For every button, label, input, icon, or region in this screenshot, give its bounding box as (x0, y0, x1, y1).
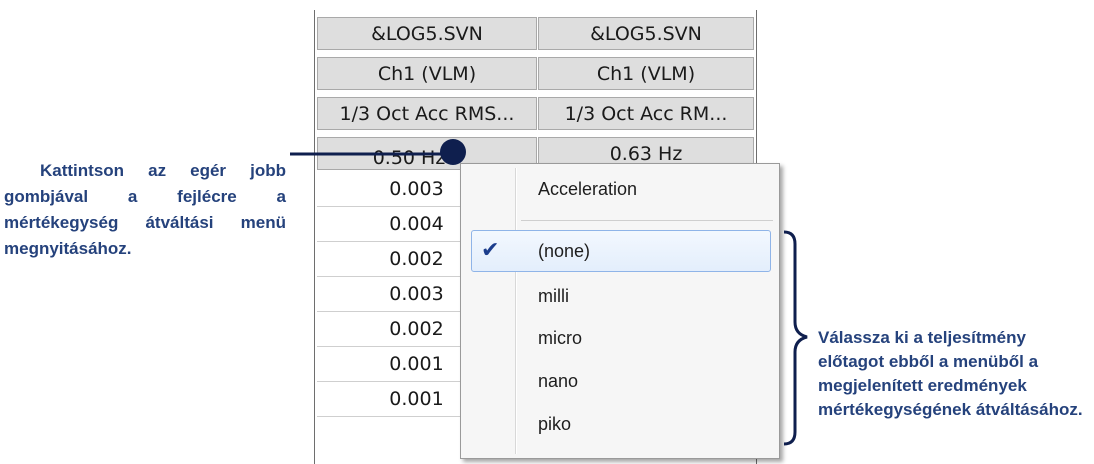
callout-dot (440, 139, 466, 165)
annotation-left: Kattintson az egér jobb gombjával a fejl… (4, 161, 286, 258)
bracket-icon (783, 230, 808, 446)
annotation-right: Válassza ki a teljesítmény előtagot ebbő… (818, 328, 1083, 419)
